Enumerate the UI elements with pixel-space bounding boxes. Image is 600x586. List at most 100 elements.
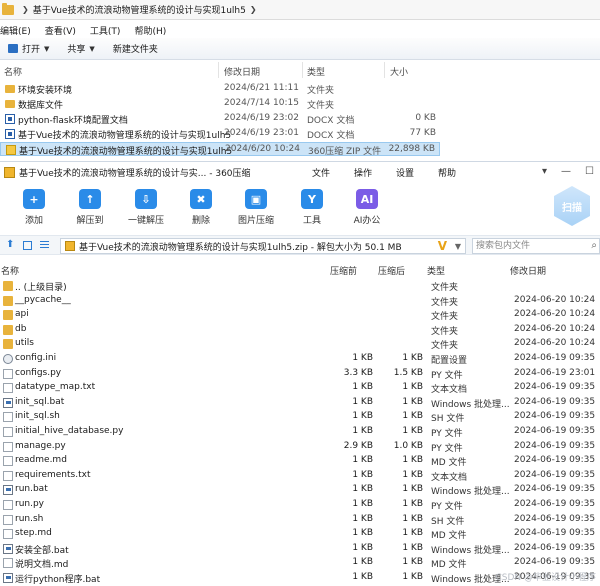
folder-icon xyxy=(3,324,13,335)
menu-help[interactable]: 帮助 xyxy=(438,166,456,179)
archive-row[interactable]: run.sh 1 KB 1 KB SH 文件 2024-06-19 09:35 xyxy=(0,513,600,528)
menu-settings[interactable]: 设置 xyxy=(396,166,414,179)
archive-date: 2024-06-20 10:24 xyxy=(514,338,596,349)
menu-file[interactable]: 文件 xyxy=(312,166,330,179)
archive-compressed: 1 KB xyxy=(352,353,373,363)
archive-original: 1 KB xyxy=(402,353,423,363)
archive-original: 1 KB xyxy=(402,499,423,509)
file-row[interactable]: 数据库文件 2024/7/14 10:15 文件夹 xyxy=(0,97,440,111)
tools-button[interactable]: Y 工具 xyxy=(284,189,340,226)
chevron-right-icon[interactable]: ❯ xyxy=(250,5,257,14)
ai-office-button[interactable]: AI AI办公 xyxy=(339,189,395,226)
new-folder-button[interactable]: 新建文件夹 xyxy=(113,42,158,55)
add-button[interactable]: + 添加 xyxy=(6,189,62,226)
archive-original: 1 KB xyxy=(402,396,423,407)
archive-original: 1 KB xyxy=(402,469,423,480)
archive-row[interactable]: readme.md 1 KB 1 KB MD 文件 2024-06-19 09:35 xyxy=(0,454,600,469)
archive-row[interactable]: __pycache__ 文件夹 2024-06-20 10:24 xyxy=(0,294,600,309)
archive-row[interactable]: init_sql.sh 1 KB 1 KB SH 文件 2024-06-19 09:35 xyxy=(0,410,600,425)
add-label: 添加 xyxy=(24,216,43,226)
archive-name: configs.py xyxy=(15,367,62,378)
file-row[interactable]: 基于Vue技术的流浪动物管理系统的设计与实现1ulh5 2024/6/20 10:… xyxy=(0,142,440,157)
archive-row[interactable]: api 文件夹 2024-06-20 10:24 xyxy=(0,308,600,323)
archive-row[interactable]: configs.py 3.3 KB 1.5 KB PY 文件 2024-06-19 23… xyxy=(0,367,600,382)
archive-date: 2024-06-19 09:35 xyxy=(514,499,596,509)
archive-type: 配置设置 xyxy=(431,356,468,366)
archive-row[interactable]: config.ini 1 KB 1 KB 配置设置 2024-06-19 09:35 xyxy=(0,352,600,367)
archive-date: 2024-06-19 09:35 xyxy=(514,528,596,539)
extract-to-button[interactable]: ↑ 解压到 xyxy=(62,189,118,226)
zip-path-text: 基于Vue技术的流浪动物管理系统的设计与实现1ulh5.zip - 解包大小为 … xyxy=(79,242,402,253)
verified-icon: V xyxy=(437,239,447,253)
archive-name: datatype_map.txt xyxy=(15,382,96,393)
icon-view-icon[interactable] xyxy=(23,241,32,250)
list-view-icon[interactable] xyxy=(40,241,49,250)
scan-button[interactable]: 扫描 xyxy=(552,186,596,230)
open-button[interactable]: 打开 ▼ xyxy=(8,42,49,55)
zip-column-header: 名称 压缩前 压缩后 类型 修改日期 xyxy=(0,262,600,278)
menu-help[interactable]: 帮助(H) xyxy=(134,24,166,37)
share-button[interactable]: 共享 ▼ xyxy=(67,42,94,56)
column-type[interactable]: 类型 xyxy=(307,65,325,78)
file-icon xyxy=(3,470,13,481)
archive-row[interactable]: run.py 1 KB 1 KB PY 文件 2024-06-19 09:35 xyxy=(0,498,600,513)
chevron-down-icon[interactable]: ▼ xyxy=(455,242,461,251)
menu-tools[interactable]: 工具(T) xyxy=(90,24,121,37)
archive-row[interactable]: requirements.txt 1 KB 1 KB 文本文档 2024-06-19 0… xyxy=(0,469,600,484)
address-bar[interactable]: ❯ 基于Vue技术的流浪动物管理系统的设计与实现1ulh5 ❯ xyxy=(0,0,600,20)
archive-type: 文件夹 xyxy=(431,341,459,352)
archive-type: PY 文件 xyxy=(431,502,463,512)
up-arrow-icon[interactable]: ⬆ xyxy=(6,239,14,250)
search-icon[interactable]: ⌕ xyxy=(591,239,597,253)
zip-path-bar[interactable]: 基于Vue技术的流浪动物管理系统的设计与实现1ulh5.zip - 解包大小为 … xyxy=(60,238,466,254)
minimize-icon[interactable]: — xyxy=(561,166,571,177)
archive-compressed: 1 KB xyxy=(352,455,373,466)
archive-row[interactable]: initial_hive_database.py 1 KB 1 KB PY 文件 202… xyxy=(0,425,600,440)
archive-row[interactable]: 安装全部.bat 1 KB 1 KB Windows 批处理... 2024-06-19… xyxy=(0,542,600,557)
one-click-extract-button[interactable]: ⇩ 一键解压 xyxy=(118,189,174,226)
skin-icon[interactable]: ▾ xyxy=(542,166,547,177)
file-row[interactable]: python-flask环境配置文档 2024/6/19 23:02 DOCX 文档… xyxy=(0,112,440,126)
tools-icon: Y xyxy=(301,189,323,209)
column-name[interactable]: 名称 xyxy=(1,264,19,277)
column-date[interactable]: 修改日期 xyxy=(224,65,260,78)
image-compress-button[interactable]: ▣ 图片压缩 xyxy=(228,189,284,226)
archive-row[interactable]: 说明文档.md 1 KB 1 KB MD 文件 2024-06-19 09:35 xyxy=(0,556,600,571)
search-placeholder: 搜索包内文件 xyxy=(476,241,531,251)
archive-row[interactable]: manage.py 2.9 KB 1.0 KB PY 文件 2024-06-19 09:… xyxy=(0,440,600,455)
file-name: 基于Vue技术的流浪动物管理系统的设计与实现1ulh5 xyxy=(19,147,233,157)
file-type: 文件夹 xyxy=(307,86,335,96)
archive-row[interactable]: run.bat 1 KB 1 KB Windows 批处理... 2024-06-19 … xyxy=(0,483,600,498)
file-row[interactable]: 环境安装环境 2024/6/21 11:11 文件夹 xyxy=(0,82,440,96)
column-date[interactable]: 修改日期 xyxy=(510,264,546,277)
archive-name: config.ini xyxy=(15,353,57,363)
search-input[interactable]: 搜索包内文件 ⌕ xyxy=(472,238,600,254)
ai-office-label: AI办公 xyxy=(353,216,381,226)
maximize-icon[interactable]: ☐ xyxy=(585,166,594,177)
docx-icon xyxy=(5,129,15,139)
breadcrumb[interactable]: 基于Vue技术的流浪动物管理系统的设计与实现1ulh5 xyxy=(33,3,246,16)
menu-view[interactable]: 查看(V) xyxy=(45,24,76,37)
archive-row[interactable]: utils 文件夹 2024-06-20 10:24 xyxy=(0,337,600,352)
chevron-right-icon[interactable]: ❯ xyxy=(22,5,29,14)
archive-name: readme.md xyxy=(15,455,67,466)
archive-row[interactable]: step.md 1 KB 1 KB MD 文件 2024-06-19 09:35 xyxy=(0,527,600,542)
file-name: 基于Vue技术的流浪动物管理系统的设计与实现1ulh5 xyxy=(18,131,232,141)
column-size[interactable]: 大小 xyxy=(390,65,408,78)
delete-label: 删除 xyxy=(191,216,210,226)
archive-row[interactable]: datatype_map.txt 1 KB 1 KB 文本文档 2024-06-19 0… xyxy=(0,381,600,396)
file-row[interactable]: 基于Vue技术的流浪动物管理系统的设计与实现1ulh5 2024/6/19 23:… xyxy=(0,127,440,141)
file-icon xyxy=(3,456,13,467)
archive-row[interactable]: .. (上级目录) 文件夹 xyxy=(0,279,600,294)
menu-edit[interactable]: 编辑(E) xyxy=(0,24,31,37)
column-type[interactable]: 类型 xyxy=(427,264,445,277)
divider xyxy=(384,62,385,78)
menu-operate[interactable]: 操作 xyxy=(354,166,372,179)
delete-button[interactable]: ✖ 删除 xyxy=(173,189,229,226)
archive-row[interactable]: db 文件夹 2024-06-20 10:24 xyxy=(0,323,600,338)
file-date: 2024/6/20 10:24 xyxy=(225,144,300,154)
column-name[interactable]: 名称 xyxy=(4,65,22,78)
column-compressed[interactable]: 压缩前 xyxy=(330,264,357,277)
column-original[interactable]: 压缩后 xyxy=(378,264,405,277)
archive-row[interactable]: init_sql.bat 1 KB 1 KB Windows 批处理... 2024-0… xyxy=(0,396,600,411)
